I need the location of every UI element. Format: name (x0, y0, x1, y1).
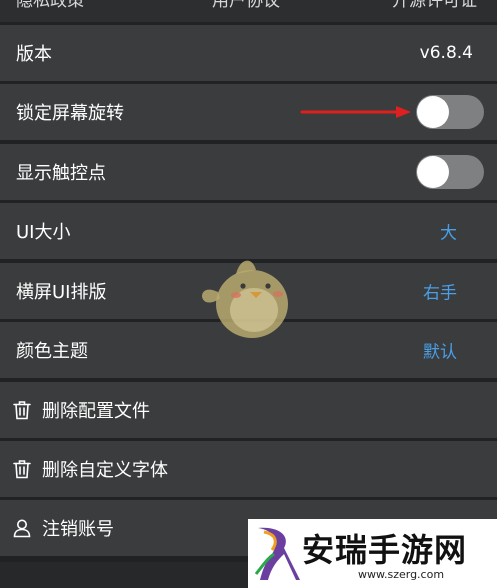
delete-config-row[interactable]: 删除配置文件 (0, 382, 497, 438)
show-touches-row: 显示触控点 (0, 144, 497, 200)
privacy-policy-link[interactable]: 隐私政策 (16, 0, 84, 11)
version-row: 版本 v6.8.4 (0, 25, 497, 81)
toggle-knob (417, 96, 449, 128)
user-icon (13, 519, 31, 538)
delete-font-label: 删除自定义字体 (42, 460, 168, 481)
toggle-knob (417, 156, 449, 188)
site-logo-watermark: 安瑞手游网 www.szerg.com (248, 519, 497, 588)
lock-rotation-toggle[interactable] (416, 95, 484, 129)
lock-rotation-row: 锁定屏幕旋转 (0, 84, 497, 140)
site-name: 安瑞手游网 (302, 531, 468, 569)
open-source-license-link[interactable]: 开源许可证 (392, 0, 477, 11)
user-agreement-link[interactable]: 用户协议 (212, 0, 280, 11)
settings-screen: 隐私政策 用户协议 开源许可证 版本 v6.8.4 锁定屏幕旋转 显示触控点 U… (0, 0, 497, 588)
color-theme-value[interactable]: 默认 (423, 338, 457, 363)
trash-icon (13, 460, 31, 479)
ui-size-label: UI大小 (16, 222, 71, 243)
version-label: 版本 (16, 44, 52, 65)
delete-config-label: 删除配置文件 (42, 401, 150, 422)
mascot-watermark-icon (202, 260, 288, 338)
show-touches-label: 显示触控点 (16, 163, 106, 184)
show-touches-toggle[interactable] (416, 155, 484, 189)
logo-mark-icon (254, 527, 300, 580)
lock-rotation-label: 锁定屏幕旋转 (16, 103, 124, 124)
landscape-layout-label: 横屏UI排版 (16, 282, 107, 303)
cancel-account-label: 注销账号 (42, 519, 114, 540)
version-value: v6.8.4 (419, 43, 473, 63)
landscape-layout-value[interactable]: 右手 (423, 279, 457, 304)
trash-icon (13, 401, 31, 420)
ui-size-value[interactable]: 大 (440, 219, 457, 244)
annotation-arrow-icon (300, 106, 411, 118)
site-url: www.szerg.com (358, 568, 445, 581)
color-theme-label: 颜色主题 (16, 341, 88, 362)
delete-font-row[interactable]: 删除自定义字体 (0, 441, 497, 497)
top-links-row: 隐私政策 用户协议 开源许可证 (0, 0, 497, 22)
